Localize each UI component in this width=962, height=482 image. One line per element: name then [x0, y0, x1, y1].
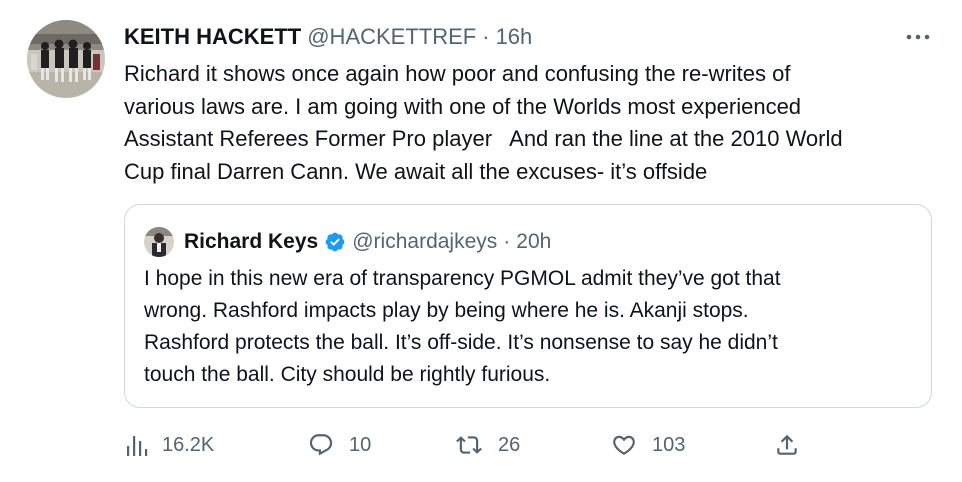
quoted-text-line: I hope in this new era of transparency P… [144, 267, 781, 290]
tweet-header: KEITH HACKETT @HACKETTREF · 16h [124, 22, 532, 52]
more-dots-icon [906, 34, 930, 40]
tweet: KEITH HACKETT @HACKETTREF · 16h Richard … [0, 0, 962, 482]
quoted-author-avatar [144, 227, 174, 257]
more-options-button[interactable] [904, 28, 932, 46]
quoted-author-handle[interactable]: @richardajkeys [352, 230, 497, 254]
author-name[interactable]: KEITH HACKETT [124, 24, 301, 50]
reply-bubble-icon [309, 434, 333, 456]
avatar-photo [27, 20, 105, 98]
retweet-button[interactable]: 26 [454, 428, 520, 462]
quoted-text-line: touch the ball. City should be rightly f… [144, 363, 551, 386]
tweet-text-line: Assistant Referees Former Pro player And… [124, 126, 843, 151]
tweet-action-bar: 16.2K 10 26 103 [124, 428, 814, 462]
quoted-tweet-header: Richard Keys @richardajkeys · 20h [184, 227, 551, 257]
author-handle[interactable]: @HACKETTREF [307, 24, 476, 50]
heart-icon [613, 435, 635, 455]
quoted-text-line: Rashford protects the ball. It’s off-sid… [144, 331, 778, 354]
views-count: 16.2K [162, 433, 215, 456]
quoted-author-name[interactable]: Richard Keys [184, 230, 318, 254]
views-button[interactable]: 16.2K [126, 428, 214, 462]
header-separator: · [482, 24, 490, 49]
reply-count: 10 [349, 433, 372, 456]
quoted-header-separator: · [503, 230, 511, 253]
author-avatar[interactable] [27, 20, 105, 98]
verified-badge-icon [325, 232, 345, 252]
like-button[interactable]: 103 [610, 428, 685, 462]
share-button[interactable] [774, 428, 800, 462]
quoted-avatar-photo [144, 227, 174, 257]
quoted-tweet[interactable]: Richard Keys @richardajkeys · 20h I hope… [124, 204, 932, 408]
quoted-text-line: wrong. Rashford impacts play by being wh… [144, 299, 749, 322]
retweet-count: 26 [498, 433, 521, 456]
quoted-tweet-text: I hope in this new era of transparency P… [144, 263, 914, 391]
like-count: 103 [652, 433, 686, 456]
tweet-text-line: various laws are. I am going with one of… [124, 93, 802, 119]
views-chart-icon [127, 436, 148, 456]
tweet-text-line: Cup final Darren Cann. We await all the … [124, 158, 708, 184]
tweet-text-line: Richard it shows once again how poor and… [124, 61, 791, 86]
tweet-timestamp[interactable]: 16h [496, 24, 533, 50]
tweet-text: Richard it shows once again how poor and… [124, 58, 924, 188]
share-upload-icon [777, 434, 797, 455]
reply-button[interactable]: 10 [307, 428, 371, 462]
quoted-tweet-timestamp[interactable]: 20h [516, 230, 551, 254]
retweet-icon [456, 436, 482, 454]
